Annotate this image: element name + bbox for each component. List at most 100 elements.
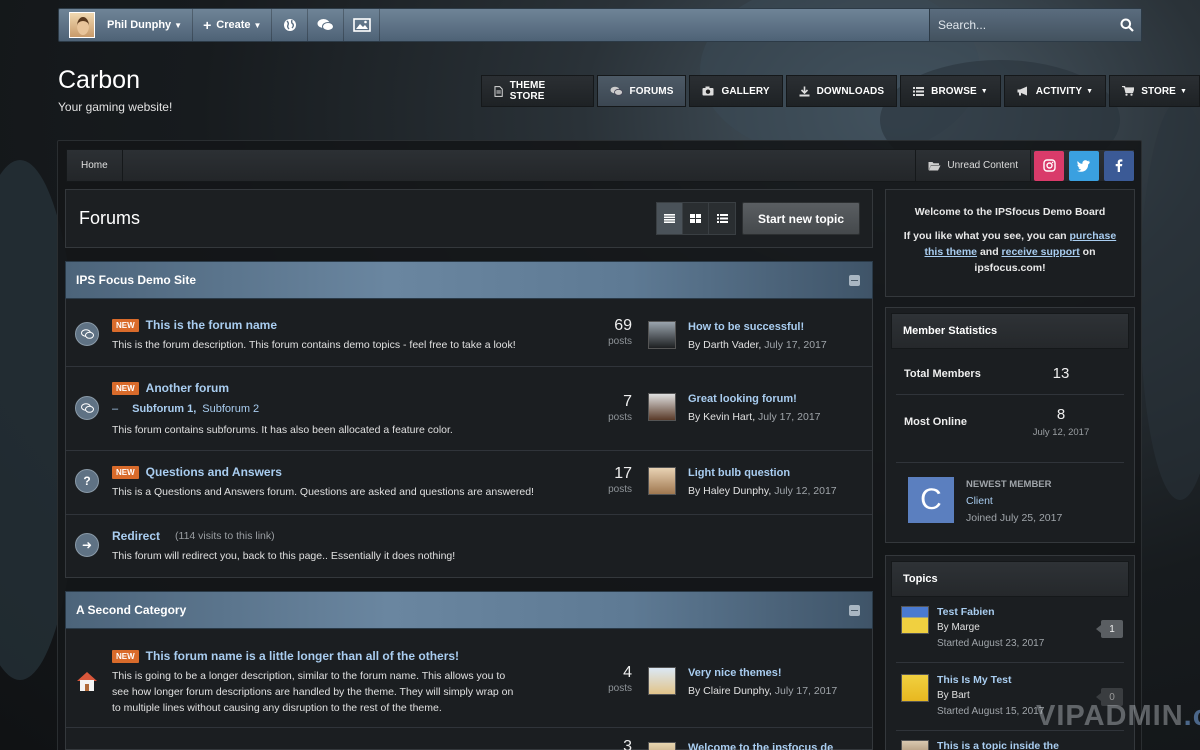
forum-title-line: NEW Questions and Answers: [112, 465, 282, 479]
user-menu[interactable]: Phil Dunphy ▼: [59, 9, 194, 41]
divider: [896, 662, 1124, 663]
author-label[interactable]: By Claire Dunphy,: [688, 685, 772, 697]
list-icon: [913, 86, 925, 96]
avatar[interactable]: [648, 393, 676, 421]
last-post-title[interactable]: Very nice themes!: [688, 667, 782, 679]
topic-author: By Bart: [937, 690, 970, 701]
search-input[interactable]: [938, 18, 1113, 32]
document-icon: [494, 85, 503, 97]
avatar[interactable]: [648, 467, 676, 495]
forum-title[interactable]: This is the forum name: [146, 318, 277, 332]
last-post-author: By Haley Dunphy, July 12, 2017: [688, 485, 837, 497]
topic-title[interactable]: This is a topic inside the: [937, 740, 1059, 750]
post-count: 69 posts: [596, 317, 632, 347]
camera-icon: [702, 86, 714, 96]
author-label[interactable]: By Kevin Hart,: [688, 411, 755, 423]
newest-member-avatar[interactable]: C: [908, 477, 954, 523]
avatar[interactable]: [648, 667, 676, 695]
topic-title[interactable]: Test Fabien: [937, 606, 995, 618]
grid-icon: [690, 214, 701, 223]
cart-icon: [1122, 86, 1135, 96]
nav-theme-store[interactable]: THEME STORE: [481, 75, 594, 107]
question-icon: ?: [75, 469, 99, 493]
topic-title[interactable]: This Is My Test: [937, 674, 1012, 686]
nav-label: FORUMS: [629, 85, 674, 97]
nav-store[interactable]: STORE ▼: [1109, 75, 1200, 107]
collapse-icon[interactable]: [849, 275, 860, 286]
forum-title[interactable]: Questions and Answers: [146, 465, 282, 479]
instagram-button[interactable]: [1034, 150, 1064, 181]
post-count: 3: [596, 738, 632, 750]
category-header[interactable]: A Second Category: [65, 591, 873, 629]
last-post-author: By Kevin Hart, July 17, 2017: [688, 411, 821, 423]
main-nav: THEME STORE FORUMS GALLERY DOWNLOADS BRO…: [481, 75, 1200, 107]
megaphone-icon: [1017, 86, 1027, 96]
welcome-title: Welcome to the IPSfocus Demo Board: [914, 206, 1106, 218]
house-icon-graphic: [77, 672, 97, 691]
last-post-title[interactable]: Light bulb question: [688, 467, 790, 479]
avatar[interactable]: [648, 742, 676, 750]
redirect-visits: (114 visits to this link): [175, 530, 275, 542]
nav-forums[interactable]: FORUMS: [596, 75, 687, 107]
category-header[interactable]: IPS Focus Demo Site: [65, 261, 873, 299]
author-label[interactable]: By Darth Vader,: [688, 339, 761, 351]
forum-title[interactable]: This forum name is a little longer than …: [146, 649, 459, 663]
breadcrumb-home[interactable]: Home: [67, 150, 123, 181]
unread-content-link[interactable]: Unread Content: [915, 150, 1031, 181]
post-count-value: 69: [614, 317, 632, 334]
forum-title[interactable]: Another forum: [146, 381, 229, 395]
last-post-title[interactable]: Great looking forum!: [688, 393, 797, 405]
subforum-link[interactable]: Subforum 1,: [132, 403, 196, 415]
globe-button[interactable]: [272, 9, 309, 41]
nav-activity[interactable]: ACTIVITY ▼: [1003, 75, 1107, 107]
gallery-button[interactable]: [344, 9, 381, 41]
messages-button[interactable]: [308, 9, 345, 41]
caret-down-icon: ▼: [1179, 87, 1187, 95]
last-post-title[interactable]: Welcome to the ipsfocus de: [688, 742, 833, 750]
avatar[interactable]: [901, 740, 929, 750]
nav-gallery[interactable]: GALLERY: [689, 75, 783, 107]
twitter-button[interactable]: [1069, 150, 1099, 181]
watermark-suffix: .club: [1183, 700, 1200, 732]
subforum-link[interactable]: Subforum 2: [202, 403, 259, 415]
subforum-list: – Subforum 1, Subforum 2: [112, 403, 259, 415]
collapse-icon[interactable]: [849, 605, 860, 616]
grid-view-button[interactable]: [683, 203, 709, 234]
forum-list: NEW This forum name is a little longer t…: [65, 629, 873, 750]
search-button[interactable]: [1113, 18, 1141, 32]
caret-down-icon: ▼: [253, 20, 262, 30]
reply-count-badge: 1: [1096, 620, 1123, 638]
caret-down-icon: ▼: [174, 20, 183, 30]
user-avatar: [69, 12, 95, 38]
list-view-button[interactable]: [709, 203, 735, 234]
receive-support-link[interactable]: receive support: [1002, 246, 1080, 258]
avatar[interactable]: [901, 674, 929, 702]
watermark-main: VIPADMIN: [1036, 700, 1184, 732]
avatar[interactable]: [648, 321, 676, 349]
nav-label: ACTIVITY: [1035, 85, 1083, 97]
forum-read-icon: [75, 396, 99, 420]
last-post-title[interactable]: How to be successful!: [688, 321, 804, 333]
forum-title[interactable]: Redirect: [112, 529, 160, 543]
nav-downloads[interactable]: DOWNLOADS: [785, 75, 898, 107]
topic-started: Started August 23, 2017: [937, 638, 1045, 649]
forum-row: NEW This forum name is a little longer t…: [66, 629, 872, 728]
nav-label: STORE: [1141, 85, 1176, 97]
divider: [896, 462, 1124, 463]
view-toggle: [656, 202, 736, 235]
site-title[interactable]: Carbon: [58, 66, 140, 95]
start-new-topic-button[interactable]: Start new topic: [742, 202, 860, 235]
create-menu[interactable]: + Create ▼: [193, 9, 273, 41]
newest-member-label: NEWEST MEMBER: [966, 479, 1052, 490]
last-post-author: By Darth Vader, July 17, 2017: [688, 339, 827, 351]
table-view-button[interactable]: [657, 203, 683, 234]
author-label[interactable]: By Haley Dunphy,: [688, 485, 771, 497]
last-post-date: July 17, 2017: [758, 411, 821, 423]
avatar[interactable]: [901, 606, 929, 634]
facebook-button[interactable]: [1104, 150, 1134, 181]
nav-browse[interactable]: BROWSE ▼: [900, 75, 1001, 107]
forum-row: NEW This is the forum name This is the f…: [66, 299, 872, 367]
arrow-right-icon: ➜: [75, 533, 99, 557]
breadcrumb-home-label: Home: [81, 160, 108, 171]
newest-member-name[interactable]: Client: [966, 495, 993, 507]
